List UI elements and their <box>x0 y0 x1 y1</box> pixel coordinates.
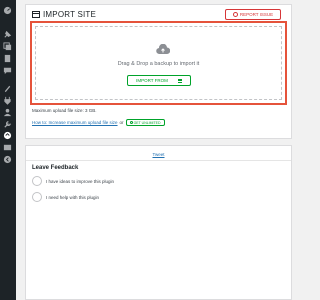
page-title: IMPORT SITE <box>43 10 97 19</box>
users-icon[interactable] <box>3 108 12 117</box>
media-icon[interactable] <box>3 42 12 51</box>
list-icon <box>177 78 182 83</box>
radio-button[interactable] <box>32 192 42 202</box>
dashboard-icon[interactable] <box>3 6 12 15</box>
upload-dropzone[interactable]: Drag & Drop a backup to import it IMPORT… <box>30 21 287 105</box>
feedback-option-label: I have ideas to improve this plugin <box>46 178 115 184</box>
settings-icon[interactable] <box>3 143 12 152</box>
tweet-link[interactable]: Tweet <box>26 152 291 157</box>
alert-icon <box>232 12 238 17</box>
get-unlimited-button[interactable]: GET UNLIMITED <box>125 119 165 126</box>
tools-icon[interactable] <box>3 120 12 129</box>
report-issue-label: REPORT ISSUE <box>239 12 274 17</box>
dropzone-inner: Drag & Drop a backup to import it IMPORT… <box>35 26 282 100</box>
pin-icon[interactable] <box>3 30 12 39</box>
backup-plugin-icon[interactable] <box>0 128 16 143</box>
or-text: or <box>119 120 124 125</box>
appearance-icon[interactable] <box>3 84 12 93</box>
collapse-icon[interactable] <box>3 155 12 164</box>
import-from-button[interactable]: IMPORT FROM <box>127 75 191 86</box>
divider <box>26 160 291 161</box>
plugins-icon[interactable] <box>3 96 12 105</box>
radio-button[interactable] <box>32 176 42 186</box>
feedback-option-ideas[interactable]: I have ideas to improve this plugin <box>32 176 114 186</box>
pages-icon[interactable] <box>3 54 12 63</box>
comments-icon[interactable] <box>3 66 12 75</box>
admin-sidebar <box>0 0 16 300</box>
report-issue-button[interactable]: REPORT ISSUE <box>225 9 281 20</box>
unlimited-icon <box>129 121 133 124</box>
increase-size-row: How to: Increase maximum upload file siz… <box>32 119 165 126</box>
cloud-upload-icon <box>156 42 171 55</box>
feedback-option-help[interactable]: I need help with this plugin <box>32 192 99 202</box>
feedback-option-label: I need help with this plugin <box>46 194 100 200</box>
dropzone-text: Drag & Drop a backup to import it <box>117 61 200 67</box>
import-site-card: IMPORT SITE REPORT ISSUE Drag & Drop a b… <box>25 4 292 139</box>
site-window-icon <box>32 11 40 18</box>
increase-upload-size-link[interactable]: How to: Increase maximum upload file siz… <box>32 120 118 125</box>
feedback-title: Leave Feedback <box>32 165 79 171</box>
import-from-label: IMPORT FROM <box>136 78 168 83</box>
get-unlimited-label: GET UNLIMITED <box>133 120 161 125</box>
max-upload-size-text: Maximum upload file size: 3 GB. <box>32 108 97 113</box>
feedback-card: Tweet Leave Feedback I have ideas to imp… <box>25 145 292 300</box>
